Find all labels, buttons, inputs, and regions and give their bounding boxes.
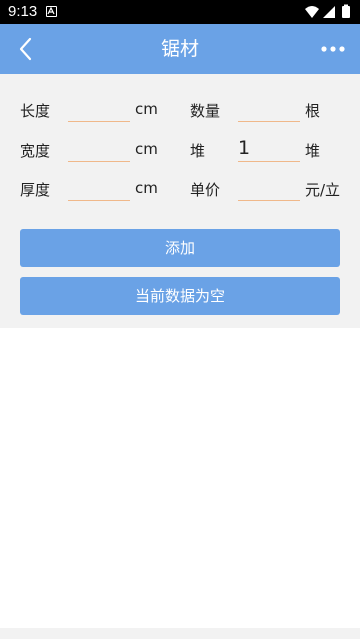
app-bar: 锯材 xyxy=(0,24,360,74)
bottom-bar xyxy=(0,628,360,639)
quantity-input[interactable] xyxy=(238,94,300,122)
signal-icon xyxy=(323,6,335,18)
width-label: 宽度 xyxy=(20,142,51,160)
width-unit: cm xyxy=(135,140,158,158)
pile-input[interactable] xyxy=(238,134,300,162)
thickness-label: 厚度 xyxy=(20,181,51,199)
battery-icon xyxy=(342,4,350,18)
more-horizontal-icon xyxy=(321,46,345,52)
length-label: 长度 xyxy=(20,102,51,120)
length-input[interactable] xyxy=(68,94,130,122)
pile-label: 堆 xyxy=(190,142,206,160)
quantity-unit: 根 xyxy=(305,102,321,120)
length-unit: cm xyxy=(135,100,158,118)
unit-price-input[interactable] xyxy=(238,173,300,201)
chevron-left-icon xyxy=(19,37,32,61)
data-status-button[interactable]: 当前数据为空 xyxy=(20,277,340,315)
thickness-input[interactable] xyxy=(68,173,130,201)
more-button[interactable] xyxy=(320,38,346,60)
width-input[interactable] xyxy=(68,134,130,162)
pile-unit: 堆 xyxy=(305,142,321,160)
wifi-icon xyxy=(305,6,319,18)
app-notification-icon xyxy=(46,6,57,17)
back-button[interactable] xyxy=(10,33,42,65)
status-icons xyxy=(304,4,354,20)
page-title: 锯材 xyxy=(160,38,199,60)
thickness-unit: cm xyxy=(135,179,158,197)
status-bar: 9:13 xyxy=(0,0,360,24)
quantity-label: 数量 xyxy=(190,102,221,120)
add-button[interactable]: 添加 xyxy=(20,229,340,267)
form-panel: 长度 cm 数量 根 宽度 cm 堆 堆 厚度 cm 单价 元/立 添加 当前数… xyxy=(0,74,360,328)
unit-price-label: 单价 xyxy=(190,181,221,199)
unit-price-unit: 元/立 xyxy=(305,181,341,199)
status-time: 9:13 xyxy=(8,3,38,20)
